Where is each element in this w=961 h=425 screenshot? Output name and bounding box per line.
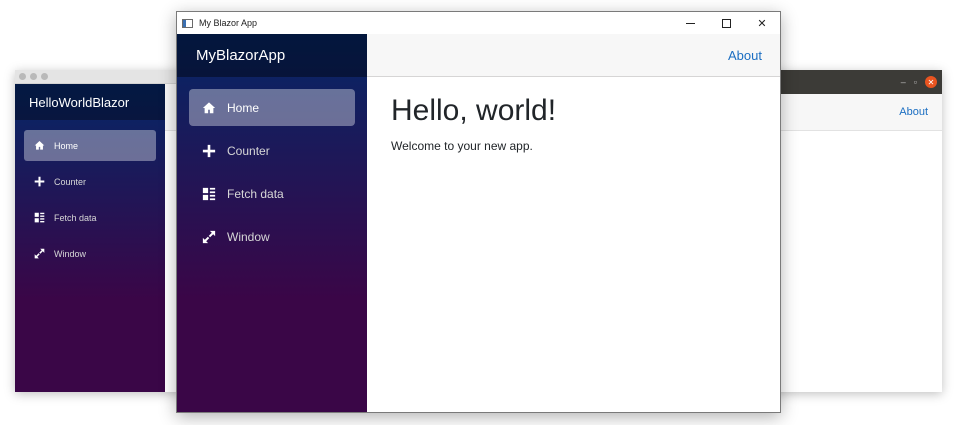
nav-item-label: Fetch data (227, 186, 284, 201)
nav-item-label: Counter (227, 143, 270, 158)
brand-title[interactable]: MyBlazorApp (177, 34, 367, 77)
back-left-nav-fetch-data[interactable]: Fetch data (24, 202, 156, 233)
mac-close-dot[interactable] (19, 73, 26, 80)
nav-item-home[interactable]: Home (189, 89, 355, 126)
maximize-button[interactable] (708, 12, 744, 34)
nav-item-counter[interactable]: Counter (189, 132, 355, 169)
about-link[interactable]: About (728, 48, 762, 63)
nav-item-fetch-data[interactable]: Fetch data (189, 175, 355, 212)
back-left-nav-label: Counter (54, 176, 87, 187)
back-left-nav-window[interactable]: Window (24, 238, 156, 269)
list-icon (202, 187, 216, 201)
desktop-stage: HelloWorldBlazor Home Counter Fetch data… (0, 0, 961, 425)
window-titlebar: My Blazor App ✕ (177, 12, 780, 34)
back-right-top-row: About (770, 94, 942, 131)
minimize-icon[interactable]: – (901, 77, 906, 87)
welcome-text: Welcome to your new app. (391, 139, 533, 153)
main-area: About Hello, world! Welcome to your new … (367, 34, 780, 412)
mac-titlebar (15, 70, 185, 84)
close-icon[interactable]: ✕ (925, 76, 937, 88)
ubuntu-titlebar: – ▫ ✕ (770, 70, 942, 94)
mac-zoom-dot[interactable] (41, 73, 48, 80)
minimize-button[interactable] (672, 12, 708, 34)
list-icon (34, 212, 45, 223)
plus-icon (202, 144, 216, 158)
back-right-window: – ▫ ✕ About (770, 70, 942, 392)
back-left-nav-label: Window (54, 248, 87, 259)
nav-item-label: Window (227, 229, 270, 244)
home-icon (202, 101, 216, 115)
nav-item-window[interactable]: Window (189, 218, 355, 255)
back-left-nav-label: Fetch data (54, 212, 97, 223)
minimize-icon (685, 22, 695, 24)
nav-menu: Home Counter Fetch data Window (177, 77, 367, 255)
expand-icon (34, 248, 45, 259)
back-left-brand[interactable]: HelloWorldBlazor (15, 84, 165, 120)
maximize-icon[interactable]: ▫ (914, 77, 917, 87)
page-content: Hello, world! Welcome to your new app. (367, 77, 780, 169)
back-left-nav-label: Home (54, 140, 79, 151)
back-left-window: HelloWorldBlazor Home Counter Fetch data… (15, 70, 185, 392)
expand-icon (202, 230, 216, 244)
plus-icon (34, 176, 45, 187)
nav-item-label: Home (227, 100, 260, 115)
home-icon (34, 140, 45, 151)
window-controls: ✕ (672, 12, 780, 34)
mac-minimize-dot[interactable] (30, 73, 37, 80)
page-title: Hello, world! (391, 94, 557, 127)
back-left-nav-home[interactable]: Home (24, 130, 156, 161)
back-left-nav: Home Counter Fetch data Window (15, 120, 165, 269)
back-left-sidebar: HelloWorldBlazor Home Counter Fetch data… (15, 84, 165, 392)
back-right-about-link[interactable]: About (899, 106, 928, 118)
front-window: My Blazor App ✕ MyBlazorApp Home Counter (176, 11, 781, 413)
close-icon: ✕ (757, 17, 767, 30)
top-row: About (367, 34, 780, 77)
window-title: My Blazor App (199, 18, 258, 28)
sidebar: MyBlazorApp Home Counter Fetch data Wind… (177, 34, 367, 412)
app-layout: MyBlazorApp Home Counter Fetch data Wind… (177, 34, 780, 412)
back-left-nav-counter[interactable]: Counter (24, 166, 156, 197)
close-button[interactable]: ✕ (744, 12, 780, 34)
maximize-icon (721, 18, 731, 28)
app-window-icon (182, 18, 193, 28)
